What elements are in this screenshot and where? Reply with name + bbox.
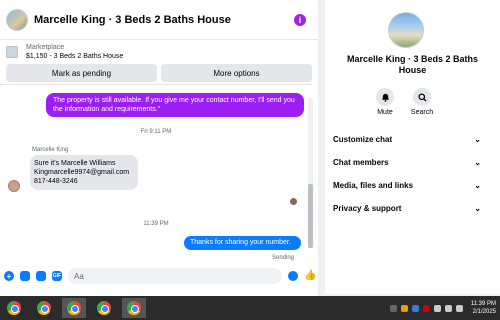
menu-media-files-links[interactable]: Media, files and links ⌄ <box>331 174 481 197</box>
chrome-icon <box>7 301 21 315</box>
menu-customize-chat[interactable]: Customize chat ⌄ <box>331 128 481 151</box>
bell-icon[interactable] <box>376 88 394 106</box>
chat-avatar[interactable] <box>6 8 28 31</box>
read-receipt-avatar <box>290 198 297 205</box>
message-composer: + GIF Aa 👍 <box>0 264 318 288</box>
thumbs-up-icon[interactable]: 👍 <box>304 271 316 281</box>
clock-time: 11:39 PM <box>470 301 496 307</box>
listing-thumbnail <box>6 46 18 58</box>
menu-label: Customize chat <box>333 135 393 144</box>
plus-icon[interactable]: + <box>4 271 14 281</box>
outgoing-message[interactable]: The property is still available. If you … <box>46 93 304 117</box>
outgoing-message[interactable]: Thanks for sharing your number. <box>184 236 301 250</box>
chat-header: Marcelle King · 3 Beds 2 Baths House i <box>0 0 318 40</box>
search-action[interactable]: Search <box>402 88 442 116</box>
clock-date: 2/1/2025 <box>472 309 496 315</box>
battery-icon[interactable] <box>455 304 463 312</box>
volume-icon[interactable] <box>444 304 452 312</box>
screen: Marcelle King · 3 Beds 2 Baths House i M… <box>0 0 500 320</box>
chevron-up-icon[interactable] <box>389 304 397 312</box>
gif-icon[interactable]: GIF <box>52 271 62 281</box>
incoming-line: Sure it's Marcelle Williams <box>34 160 116 167</box>
image-icon[interactable] <box>20 271 30 281</box>
marketplace-listing[interactable]: Marketplace $1,150 - 3 Beds 2 Baths Hous… <box>0 42 318 62</box>
wifi-icon[interactable] <box>433 304 441 312</box>
search-label: Search <box>410 109 434 116</box>
incoming-message[interactable]: Sure it's Marcelle Williams Kingmarcelle… <box>30 155 138 190</box>
chrome-taskbar-button[interactable] <box>2 298 26 318</box>
timestamp: 11:39 PM <box>143 221 169 227</box>
emoji-icon[interactable] <box>288 271 298 281</box>
sender-name: Marcelle King <box>32 147 69 153</box>
marketplace-label: Marketplace <box>26 44 65 51</box>
system-tray: 11:39 PM 2/1/2025 <box>389 296 500 320</box>
chevron-down-icon: ⌄ <box>474 181 481 190</box>
chevron-down-icon: ⌄ <box>474 204 481 213</box>
chevron-down-icon: ⌄ <box>474 158 481 167</box>
menu-label: Privacy & support <box>333 204 402 213</box>
profile-avatar[interactable] <box>388 12 424 48</box>
menu-label: Media, files and links <box>333 181 414 190</box>
info-menu: Customize chat ⌄ Chat members ⌄ Media, f… <box>331 128 481 220</box>
incoming-line: Kingmarcelle9974@gmail.com <box>34 169 130 176</box>
chrome-taskbar-button[interactable] <box>92 298 116 318</box>
sticker-icon[interactable] <box>36 271 46 281</box>
menu-chat-members[interactable]: Chat members ⌄ <box>331 151 481 174</box>
info-icon[interactable]: i <box>294 13 306 26</box>
sender-avatar[interactable] <box>8 180 20 192</box>
taskbar: 11:39 PM 2/1/2025 <box>0 296 500 320</box>
listing-actions: Mark as pending More options <box>0 64 318 82</box>
chrome-icon <box>37 301 51 315</box>
chrome-icon <box>97 301 111 315</box>
bluetooth-icon[interactable] <box>411 304 419 312</box>
mark-as-pending-button[interactable]: Mark as pending <box>6 64 157 82</box>
chrome-icon <box>67 301 81 315</box>
listing-text: Marketplace $1,150 - 3 Beds 2 Baths Hous… <box>26 43 123 61</box>
message-input[interactable]: Aa <box>68 268 282 284</box>
app-tray-icon[interactable] <box>400 304 408 312</box>
listing-title: $1,150 - 3 Beds 2 Baths House <box>26 53 124 60</box>
security-icon[interactable] <box>422 304 430 312</box>
chrome-taskbar-button-active[interactable] <box>122 298 146 318</box>
conversation-info-panel: Marcelle King · 3 Beds 2 Baths House Mut… <box>325 0 500 294</box>
mute-label: Mute <box>377 109 393 116</box>
menu-privacy-support[interactable]: Privacy & support ⌄ <box>331 197 481 220</box>
profile-name: Marcelle King · 3 Beds 2 Baths House <box>346 54 479 75</box>
more-options-button[interactable]: More options <box>161 64 312 82</box>
menu-label: Chat members <box>333 158 389 167</box>
chrome-taskbar-button[interactable] <box>32 298 56 318</box>
chat-window: Marcelle King · 3 Beds 2 Baths House i M… <box>0 0 318 296</box>
chrome-icon <box>127 301 141 315</box>
scrollbar-thumb[interactable] <box>308 184 313 248</box>
incoming-line: 817-448-3246 <box>34 178 78 185</box>
chat-title[interactable]: Marcelle King · 3 Beds 2 Baths House <box>34 14 294 26</box>
system-clock[interactable]: 11:39 PM 2/1/2025 <box>471 300 496 316</box>
chevron-down-icon: ⌄ <box>474 135 481 144</box>
message-list: The property is still available. If you … <box>0 84 312 264</box>
message-status: Sending <box>272 255 295 261</box>
timestamp: Fri 9:11 PM <box>140 129 172 135</box>
mute-action[interactable]: Mute <box>365 88 405 116</box>
chrome-taskbar-button-active[interactable] <box>62 298 86 318</box>
search-icon[interactable] <box>413 88 431 106</box>
